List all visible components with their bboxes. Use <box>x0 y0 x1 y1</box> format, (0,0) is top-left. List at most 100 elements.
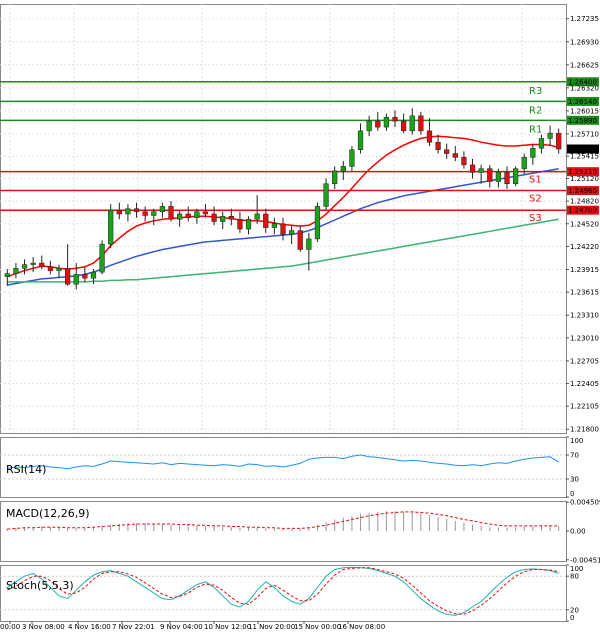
level-tag-r2: 1.26140 <box>568 98 597 106</box>
price-tick-label: 1.24220 <box>570 243 599 251</box>
osc-tick-label: 0 <box>570 614 574 622</box>
candle-bear <box>263 213 269 228</box>
candle-bear <box>185 213 191 218</box>
rsi-line <box>7 454 559 470</box>
time-tick-label: 9 Nov 04:00 <box>160 623 203 631</box>
price-tick-label: 1.26320 <box>570 84 599 92</box>
stoch-d-line <box>7 567 559 615</box>
osc-tick-label: 0 <box>570 490 574 498</box>
candle-bull <box>478 168 484 173</box>
price-tick-label: 1.26930 <box>570 38 599 46</box>
candle-bear <box>228 215 234 220</box>
candle-bear <box>556 132 562 150</box>
candle-bear <box>487 168 493 182</box>
candle-bear <box>452 153 458 158</box>
candle-bull <box>314 206 321 240</box>
macd-tick-label: -0.004512 <box>570 556 600 564</box>
osc-tick-label: 80 <box>570 573 579 581</box>
candle-bear <box>280 223 286 235</box>
current-price-tag: 1.25510 <box>568 146 597 154</box>
osc-tick-label: 70 <box>570 452 579 460</box>
forex-chart: R31.26400R21.26140R11.25890S11.25210S21.… <box>0 4 600 631</box>
panel-frame-3 <box>0 565 567 622</box>
price-tick-label: 1.21800 <box>570 426 599 434</box>
candle-bear <box>297 230 303 250</box>
candle-bull <box>332 170 338 185</box>
candle-bear <box>47 266 54 271</box>
candle-bear <box>461 157 467 166</box>
candle-bull <box>108 209 114 245</box>
candle-bull <box>357 130 364 151</box>
price-tick-label: 1.24820 <box>570 198 599 206</box>
candle-bull <box>245 219 252 230</box>
candle-bear <box>400 120 407 132</box>
price-tick-label: 1.26015 <box>570 107 599 115</box>
price-tick-label: 1.26625 <box>570 61 599 69</box>
price-tick-label: 1.22705 <box>570 357 599 365</box>
level-label-s3: S3 <box>529 213 542 224</box>
candle-bull <box>159 206 166 212</box>
time-tick-label: 4 Nov 16:00 <box>68 623 111 631</box>
candle-bull <box>538 138 545 149</box>
candle-bear <box>375 120 381 128</box>
stoch-panel: 10080200Stoch(5,5,3) <box>0 564 583 622</box>
price-tick-label: 1.23310 <box>570 312 599 320</box>
price-tick-label: 1.27235 <box>570 15 599 23</box>
candle-bear <box>82 274 88 279</box>
price-tick-label: 1.25415 <box>570 153 599 161</box>
candle-bull <box>194 211 200 218</box>
candle-bear <box>142 211 148 216</box>
candle-bull <box>99 243 105 273</box>
candle-bear <box>426 130 433 143</box>
candle-bull <box>125 208 131 215</box>
candle-bear <box>202 211 209 215</box>
pivot-levels: R31.26400R21.26140R11.25890S11.25210S21.… <box>0 77 599 224</box>
candle-bear <box>392 117 398 122</box>
panel-frame-1 <box>0 437 567 498</box>
price-tick-label: 1.22105 <box>570 403 599 411</box>
rsi-panel: 100 70 30 0 RSI(14) <box>0 436 583 498</box>
candle-bull <box>90 271 97 279</box>
level-label-r2: R2 <box>529 105 542 116</box>
candlesticks <box>4 108 562 290</box>
stoch-label: Stoch(5,5,3) <box>6 579 74 592</box>
candle-bear <box>435 141 441 151</box>
level-tag-s2: 1.24960 <box>568 187 597 195</box>
candle-bear <box>168 206 174 220</box>
candle-bull <box>151 211 157 216</box>
candle-bull <box>323 183 329 207</box>
candle-bull <box>409 115 415 132</box>
level-label-s2: S2 <box>529 194 542 205</box>
candle-bull <box>547 132 553 139</box>
time-tick-label: 16 Nov 08:00 <box>338 623 385 631</box>
price-tick-label: 1.23615 <box>570 289 599 297</box>
candle-bull <box>73 274 79 285</box>
candle-bull <box>530 148 536 158</box>
level-label-s1: S1 <box>529 175 542 186</box>
candle-bull <box>30 262 36 265</box>
price-tick-label: 1.25710 <box>570 130 599 138</box>
candle-bull <box>176 213 183 220</box>
candle-bull <box>4 273 10 277</box>
candle-bull <box>254 213 260 220</box>
price-tick-label: 1.23915 <box>570 266 599 274</box>
time-tick-label: 3 Nov 08:00 <box>22 623 65 631</box>
candle-bear <box>211 213 217 222</box>
price-tick-label: 1.22405 <box>570 380 599 388</box>
candle-bull <box>288 230 295 235</box>
level-tag-r1: 1.25890 <box>568 117 597 125</box>
level-label-r1: R1 <box>529 124 542 135</box>
candle-bull <box>340 166 346 172</box>
candle-bull <box>306 238 312 250</box>
candle-bull <box>13 268 19 274</box>
candle-bull <box>271 223 278 228</box>
osc-tick-label: 30 <box>570 476 579 484</box>
candle-bear <box>64 268 71 285</box>
time-tick-label: 10 Nov 12:00 <box>204 623 251 631</box>
candle-bear <box>39 262 45 268</box>
time-tick-label: 00:00 <box>0 623 20 631</box>
candle-bull <box>56 268 62 271</box>
candle-bear <box>237 219 243 230</box>
time-axis: 00:00 3 Nov 08:00 4 Nov 16:00 7 Nov 22:01 9 … <box>0 621 385 631</box>
candle-bear <box>133 208 140 212</box>
